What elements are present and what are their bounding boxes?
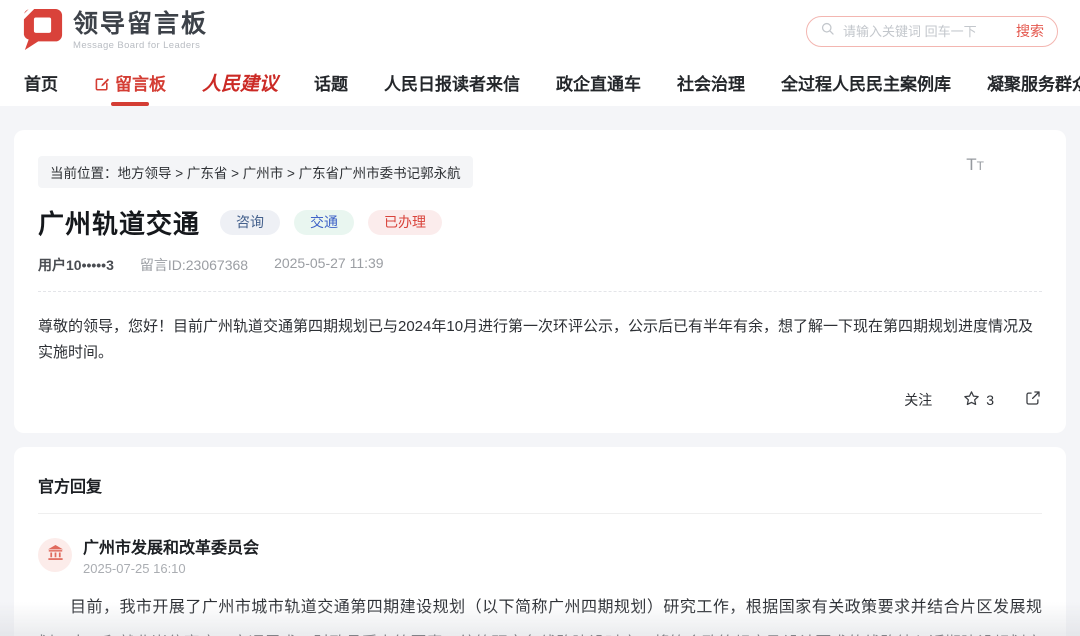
logo-speech-bubble-icon xyxy=(22,7,64,56)
share-button[interactable] xyxy=(1024,389,1042,410)
reply-body: 目前，我市开展了广州市城市轨道交通第四期建设规划（以下简称广州四期规划）研究工作… xyxy=(38,590,1042,636)
nav-item-gov-enterprise[interactable]: 政企直通车 xyxy=(556,76,641,93)
main-nav: 首页 留言板 人民建议 话题 人民日报读者来信 政企直通车 社会治理 全过程人民… xyxy=(0,62,1080,106)
reply-author-row: 广州市发展和改革委员会 2025-07-25 16:10 xyxy=(38,534,1042,576)
nav-item-label: 留言板 xyxy=(115,76,166,93)
page-content: 当前位置：地方领导 > 广东省 > 广州市 > 广东省广州市委书记郭永航 TT … xyxy=(0,106,1080,636)
nav-item-democracy-cases[interactable]: 全过程人民民主案例库 xyxy=(781,76,951,93)
nav-item-readers-letters[interactable]: 人民日报读者来信 xyxy=(384,76,520,93)
nav-item-social-governance[interactable]: 社会治理 xyxy=(677,76,745,93)
tag-traffic: 交通 xyxy=(294,210,354,235)
reply-paragraph: 目前，我市开展了广州市城市轨道交通第四期建设规划（以下简称广州四期规划）研究工作… xyxy=(38,590,1042,636)
site-header: 领导留言板 Message Board for Leaders 搜索 xyxy=(0,0,1080,62)
divider xyxy=(38,513,1042,514)
nav-item-peoples-suggestions[interactable]: 人民建议 xyxy=(202,75,278,94)
tag-consult: 咨询 xyxy=(220,210,280,235)
reply-author-name: 广州市发展和改革委员会 xyxy=(83,534,259,558)
user-name: 用户10•••••3 xyxy=(38,255,114,275)
reply-date: 2025-07-25 16:10 xyxy=(83,561,259,576)
follow-button[interactable]: 关注 xyxy=(904,390,932,410)
message-body: 尊敬的领导，您好！目前广州轨道交通第四期规划已与2024年10月进行第一次环评公… xyxy=(38,314,1042,367)
logo-text: 领导留言板 Message Board for Leaders xyxy=(73,11,208,51)
search-icon xyxy=(820,21,835,41)
search-box[interactable]: 搜索 xyxy=(806,16,1058,47)
star-icon xyxy=(962,389,981,411)
share-icon xyxy=(1024,389,1042,410)
site-logo[interactable]: 领导留言板 Message Board for Leaders xyxy=(22,7,208,56)
message-date: 2025-05-27 11:39 xyxy=(274,255,384,275)
star-button[interactable]: 3 xyxy=(962,389,994,411)
breadcrumb[interactable]: 当前位置：地方领导 > 广东省 > 广州市 > 广东省广州市委书记郭永航 xyxy=(38,156,473,188)
message-card: 当前位置：地方领导 > 广东省 > 广州市 > 广东省广州市委书记郭永航 TT … xyxy=(14,130,1066,433)
nav-item-message-board[interactable]: 留言板 xyxy=(94,76,166,93)
government-building-icon xyxy=(46,543,65,567)
message-id: 留言ID:23067368 xyxy=(140,255,248,275)
reply-section-title: 官方回复 xyxy=(38,473,1042,497)
message-meta: 用户10•••••3 留言ID:23067368 2025-05-27 11:3… xyxy=(38,255,1042,292)
nav-item-topics[interactable]: 话题 xyxy=(314,76,348,93)
official-reply-card: 官方回复 广州市发展和改革委员会 2025-07-25 16:10 xyxy=(14,447,1066,636)
message-actions: 关注 3 xyxy=(38,389,1042,411)
nav-item-serving-people[interactable]: 凝聚服务群众 xyxy=(987,76,1080,93)
search-button[interactable]: 搜索 xyxy=(1016,21,1044,41)
status-badge-done: 已办理 xyxy=(368,210,442,235)
star-count: 3 xyxy=(986,392,994,408)
brand-name: 领导留言板 xyxy=(73,11,208,39)
font-size-toggle[interactable]: TT xyxy=(966,156,984,173)
page-title: 广州轨道交通 xyxy=(38,204,200,241)
brand-subtitle: Message Board for Leaders xyxy=(73,40,208,51)
pen-edit-icon xyxy=(94,76,110,92)
tag-list: 咨询 交通 已办理 xyxy=(220,210,442,235)
nav-item-home[interactable]: 首页 xyxy=(24,76,58,93)
avatar xyxy=(38,538,72,572)
search-input[interactable] xyxy=(843,24,1016,39)
